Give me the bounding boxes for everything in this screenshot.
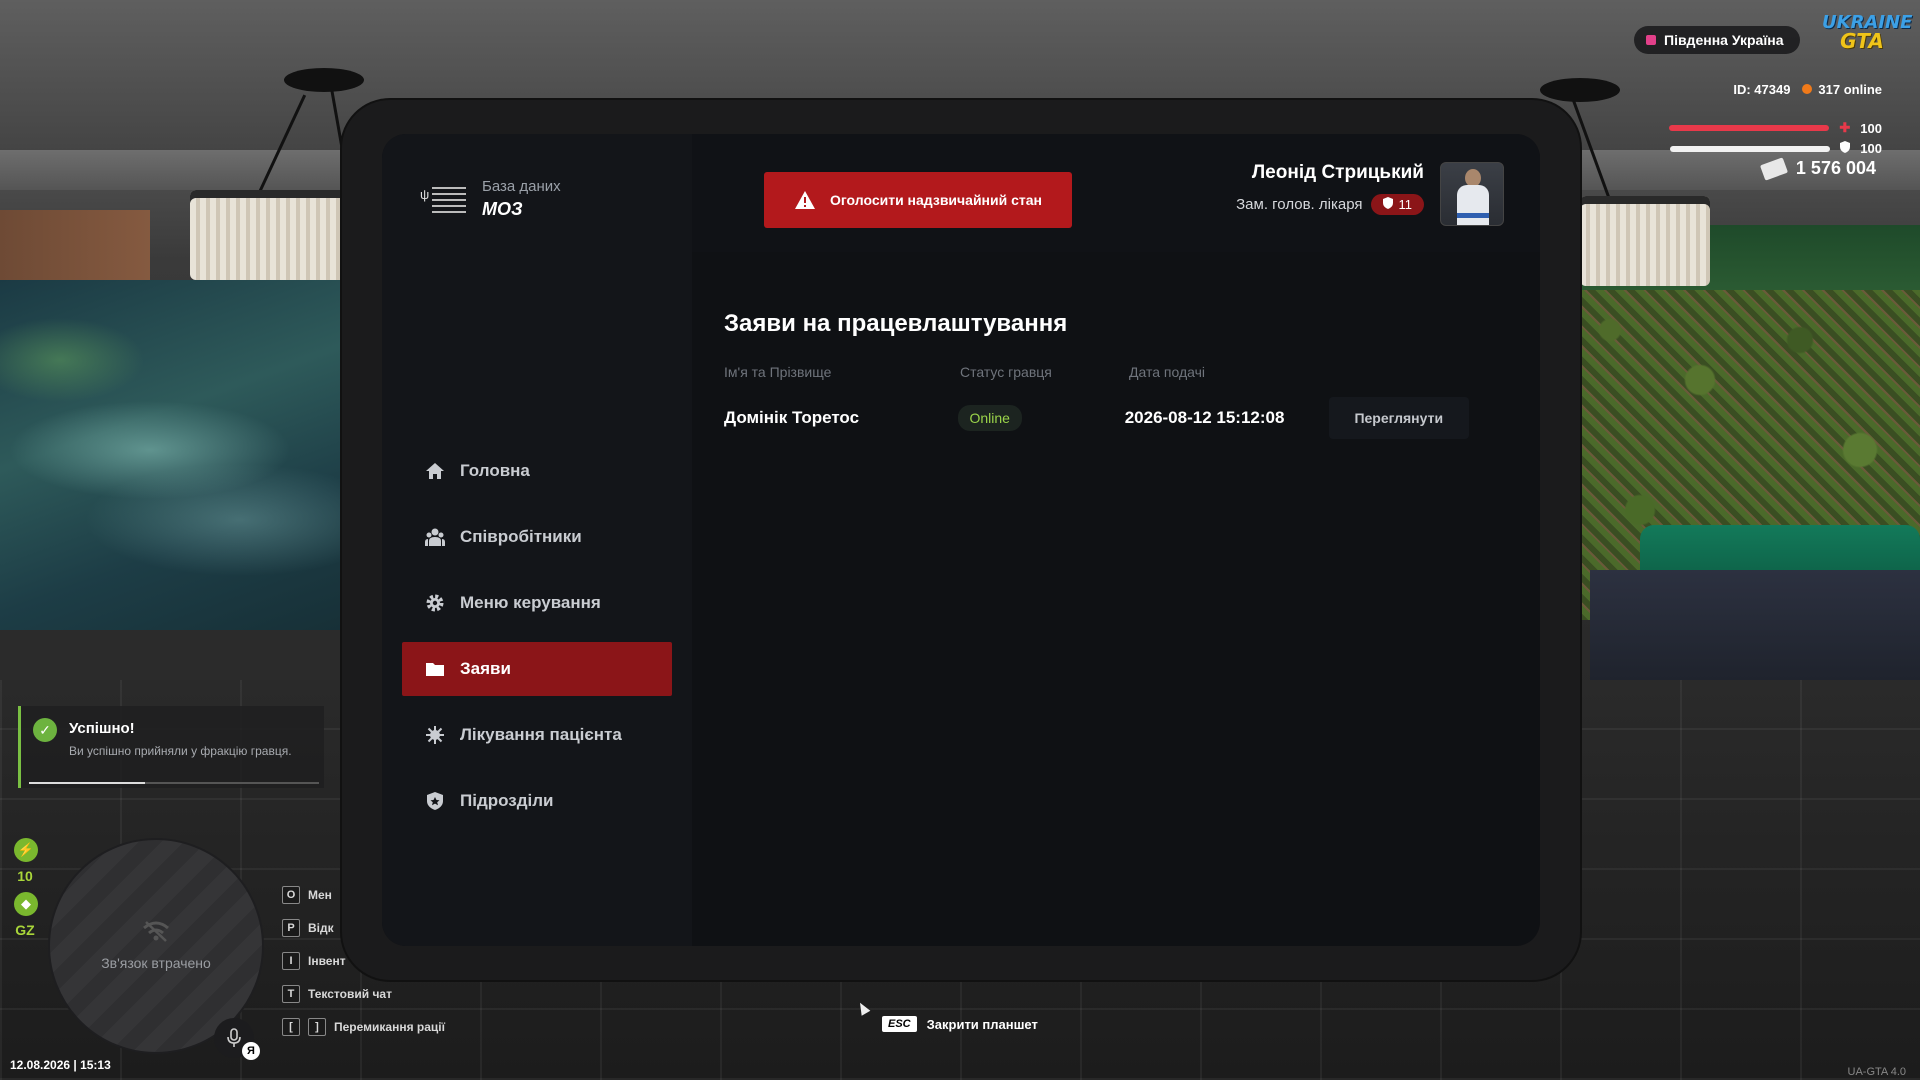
armor-value: 100 (1860, 141, 1882, 156)
close-tablet-hint[interactable]: ESC Закрити планшет (882, 1016, 1038, 1032)
keybind-radio-switch: [] Перемикання рації (282, 1016, 445, 1038)
ministry-emblem-icon: ψ (420, 181, 466, 217)
money-value: 1 576 004 (1795, 158, 1876, 178)
sidebar-nav: Головна Співробітники Меню керування Зая… (402, 444, 672, 840)
server-flag-icon (1646, 35, 1656, 45)
online-dot-icon (1802, 84, 1813, 94)
radar-status-text: Зв'язок втрачено (101, 955, 211, 971)
page-title: Заяви на працевлаштування (724, 310, 1068, 337)
folder-icon (424, 658, 446, 680)
view-application-button[interactable]: Переглянути (1328, 397, 1469, 439)
shield-icon (424, 790, 446, 812)
sidebar-item-departments[interactable]: Підрозділи (402, 774, 672, 828)
esc-key: ESC (882, 1016, 917, 1032)
sidebar-item-label: Підрозділи (460, 791, 554, 810)
keybinds-list: O Мен P Відк I Інвент T Текстовий чат [] Пере… (282, 884, 445, 1049)
close-tablet-label: Закрити планшет (926, 1016, 1038, 1032)
tablet-screen: ψ База даних МОЗ Головна Співробітники М… (382, 134, 1540, 946)
status-badge: Online (957, 405, 1022, 431)
server-badge: Південна Україна (1634, 26, 1800, 54)
chandelier-right (1580, 196, 1710, 286)
table-header: Ім'я та Прізвище Статус гравця Дата пода… (724, 364, 1335, 380)
heart-icon: ✚ (1839, 120, 1851, 135)
sidebar-item-label: Меню керування (460, 593, 601, 612)
sidebar: ψ База даних МОЗ Головна Співробітники М… (382, 134, 692, 946)
virus-icon (424, 724, 446, 746)
armor-shield-icon (1840, 141, 1851, 156)
table-row: Домінік Торетос Online 2026-08-12 15:12:… (724, 396, 1469, 440)
wall-mural (0, 280, 345, 630)
wood-panel (0, 210, 150, 280)
sidebar-item-employees[interactable]: Співробітники (402, 510, 672, 564)
submission-date: 2026-08-12 15:12:08 (1124, 408, 1285, 427)
sidebar-item-label: Головна (460, 461, 530, 480)
moz-logo: ψ База даних МОЗ (420, 178, 561, 220)
column-header-date: Дата подачі (1129, 364, 1206, 380)
player-id-online: ID: 47349 317 online (1733, 82, 1882, 97)
sidebar-item-label: Лікування пацієнта (460, 725, 622, 744)
lamp-top (1540, 78, 1620, 102)
zone-shield-icon: ◆ (14, 892, 38, 916)
no-signal-icon (142, 920, 170, 949)
keybind-inventory: I Інвент (282, 950, 445, 972)
people-icon (424, 526, 446, 548)
server-name: Південна Україна (1664, 32, 1784, 48)
notification-message: Ви успішно прийняли у фракцію гравця. (69, 744, 292, 758)
column-header-status: Статус гравця (960, 364, 1052, 380)
sidebar-item-label: Заяви (460, 659, 511, 678)
sidebar-item-home[interactable]: Головна (402, 444, 672, 498)
health-value: 100 (1860, 120, 1882, 136)
sidebar-item-applications[interactable]: Заяви (402, 642, 672, 696)
applicant-name: Домінік Торетос (724, 408, 860, 427)
gear-icon (424, 592, 446, 614)
cash-icon (1759, 156, 1788, 181)
money-display: 1 576 004 (1759, 156, 1876, 181)
date-time: 12.08.2026 | 15:13 (10, 1058, 111, 1072)
chairs (1590, 570, 1920, 680)
lamp-top (284, 68, 364, 92)
check-icon: ✓ (33, 718, 57, 742)
chandelier-left (190, 190, 350, 280)
game-version: UA-GTA 4.0 (1847, 1066, 1906, 1078)
armor-bar-row: 100 (1670, 141, 1882, 156)
energy-icon: ⚡ (14, 838, 38, 862)
notification-title: Успішно! (69, 720, 135, 737)
mic-key-badge: Я (242, 1042, 260, 1060)
ukraine-gta-logo: UKRAINE GTA (1822, 12, 1913, 53)
sidebar-item-patient-treatment[interactable]: Лікування пацієнта (402, 708, 672, 762)
notification-progress (29, 782, 319, 784)
logo-title: МОЗ (482, 199, 523, 219)
zone-value: GZ (15, 922, 35, 938)
keybind-menu: O Мен (282, 884, 445, 906)
health-bar (1669, 125, 1830, 131)
home-icon (424, 460, 446, 482)
armor-bar (1670, 145, 1831, 152)
main-content: Заяви на працевлаштування Ім'я та Прізви… (692, 134, 1540, 946)
sidebar-item-control-menu[interactable]: Меню керування (402, 576, 672, 630)
energy-value: 10 (17, 868, 33, 884)
column-header-name: Ім'я та Прізвище (724, 364, 832, 380)
health-bar-row: ✚ 100 (1669, 120, 1882, 136)
player-id: ID: 47349 (1733, 82, 1791, 97)
logo-subtitle: База даних (482, 178, 561, 195)
success-notification: ✓ Успішно! Ви успішно прийняли у фракцію… (18, 706, 324, 788)
sidebar-item-label: Співробітники (460, 527, 582, 546)
keybind-open: P Відк (282, 917, 445, 939)
keybind-text-chat: T Текстовий чат (282, 983, 445, 1005)
online-count: 317 online (1818, 82, 1882, 97)
